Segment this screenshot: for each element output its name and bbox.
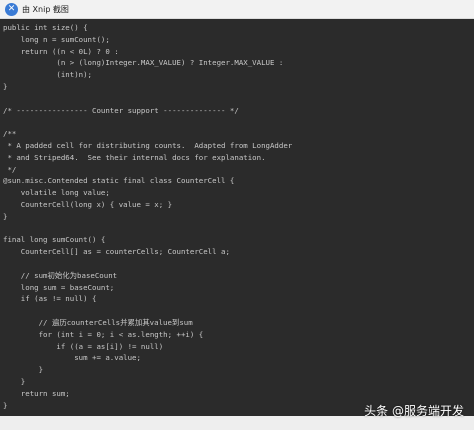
code-line: * A padded cell for distributing counts.… xyxy=(3,140,293,150)
code-line: } xyxy=(3,365,44,375)
code-line: for (int i = 0; i < as.length; ++i) { xyxy=(3,329,204,339)
code-line: */ xyxy=(3,164,17,174)
code-line: } xyxy=(3,81,8,91)
code-line: return sum; xyxy=(3,388,70,398)
code-line: if (as != null) { xyxy=(3,294,97,304)
code-line: * and Striped64. See their internal docs… xyxy=(3,152,266,162)
code-line: /* ---------------- Counter support ----… xyxy=(3,105,239,115)
code-line: long n = sumCount(); xyxy=(3,34,110,44)
watermark: 头条 @服务端开发 xyxy=(364,404,464,418)
code-line: (int)n); xyxy=(3,70,92,80)
code-line: return ((n < 0L) ? 0 : xyxy=(3,46,119,56)
code-line: (n > (long)Integer.MAX_VALUE) ? Integer.… xyxy=(3,58,284,68)
xnip-app-icon: ✕ xyxy=(5,2,18,16)
code-line: } xyxy=(3,376,26,386)
code-line: CounterCell(long x) { value = x; } xyxy=(3,199,173,209)
code-line: public int size() { xyxy=(3,23,88,32)
code-line: sum += a.value; xyxy=(3,353,141,363)
code-line: // 遍历counterCells并累加其value到sum xyxy=(3,317,193,327)
code-editor[interactable]: public int size() { long n = sumCount();… xyxy=(0,19,474,416)
code-line: volatile long value; xyxy=(3,188,110,198)
code-block: public int size() { long n = sumCount();… xyxy=(0,19,474,411)
code-line: if ((a = as[i]) != null) xyxy=(3,341,164,351)
code-line: final long sumCount() { xyxy=(3,235,106,245)
code-line: } xyxy=(3,211,8,221)
code-line: // sum初始化为baseCount xyxy=(3,270,118,280)
code-line: CounterCell[] as = counterCells; Counter… xyxy=(3,247,230,257)
code-line: /** xyxy=(3,129,17,139)
window-titlebar: ✕ 由 Xnip 截图 xyxy=(0,0,474,19)
code-line: long sum = baseCount; xyxy=(3,282,115,292)
window-title: 由 Xnip 截图 xyxy=(22,4,69,14)
code-line: @sun.misc.Contended static final class C… xyxy=(3,176,235,186)
